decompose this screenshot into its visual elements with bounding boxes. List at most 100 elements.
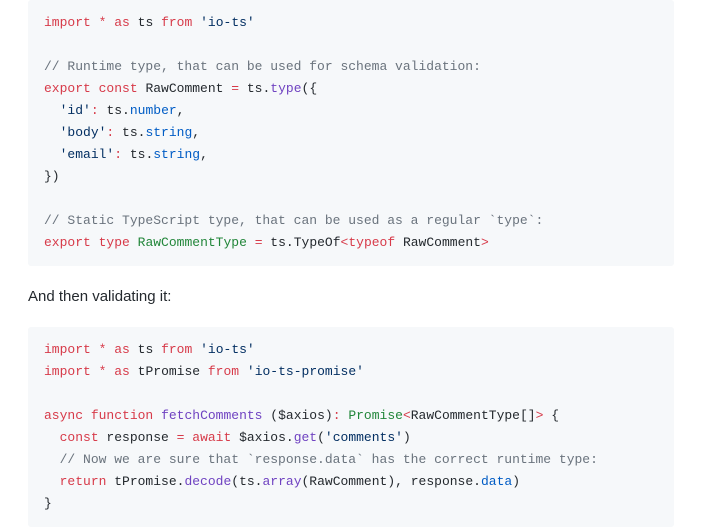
code-line: // Runtime type, that can be used for sc…: [44, 56, 658, 78]
code-token: [83, 408, 91, 423]
code-line: export const RawComment = ts.type({: [44, 78, 658, 100]
code-line: }: [44, 493, 658, 515]
code-content-2: import * as ts from 'io-ts'import * as t…: [44, 339, 658, 515]
code-token: {: [543, 408, 559, 423]
code-token: tPromise: [130, 364, 208, 379]
code-line: 'id': ts.number,: [44, 100, 658, 122]
code-token: as: [114, 364, 130, 379]
code-token: (RawComment): [302, 474, 396, 489]
code-token: =: [255, 235, 263, 250]
code-line: [44, 34, 658, 56]
code-token: [44, 474, 60, 489]
code-token: export: [44, 235, 91, 250]
code-token: $axios: [231, 430, 286, 445]
code-token: const: [60, 430, 99, 445]
code-line: async function fetchComments ($axios): P…: [44, 405, 658, 427]
code-token: :: [114, 147, 122, 162]
code-token: ): [512, 474, 520, 489]
code-token: (ts: [231, 474, 254, 489]
code-token: [44, 452, 60, 467]
code-line: import * as tPromise from 'io-ts-promise…: [44, 361, 658, 383]
code-token: function: [91, 408, 153, 423]
code-line: [44, 383, 658, 405]
code-token: [91, 342, 99, 357]
code-line: export type RawCommentType = ts.TypeOf<t…: [44, 232, 658, 254]
code-token: [91, 81, 99, 96]
code-token: type: [270, 81, 301, 96]
code-token: decode: [184, 474, 231, 489]
code-block-1: import * as ts from 'io-ts' // Runtime t…: [28, 0, 674, 266]
code-token: Promise: [348, 408, 403, 423]
code-token: ts: [239, 81, 262, 96]
code-token: [91, 235, 99, 250]
code-token: get: [294, 430, 317, 445]
code-token: number: [130, 103, 177, 118]
code-token: ,: [200, 147, 208, 162]
code-token: tPromise: [106, 474, 176, 489]
code-token: export: [44, 81, 91, 96]
code-token: [239, 364, 247, 379]
code-token: // Runtime type, that can be used for sc…: [44, 59, 481, 74]
code-token: .: [122, 103, 130, 118]
code-token: }: [44, 496, 52, 511]
code-token: [91, 15, 99, 30]
code-token: response: [403, 474, 473, 489]
code-content-1: import * as ts from 'io-ts' // Runtime t…: [44, 12, 658, 254]
code-block-2: import * as ts from 'io-ts'import * as t…: [28, 327, 674, 527]
code-token: RawCommentType[]: [411, 408, 536, 423]
code-token: const: [99, 81, 138, 96]
code-token: 'io-ts': [200, 15, 255, 30]
code-token: ts: [263, 235, 286, 250]
code-token: RawComment: [395, 235, 481, 250]
code-token: import: [44, 15, 91, 30]
code-token: array: [262, 474, 301, 489]
code-token: from: [161, 15, 192, 30]
code-token: [44, 147, 60, 162]
code-token: fetchComments: [161, 408, 262, 423]
code-token: ts: [130, 15, 161, 30]
code-token: as: [114, 342, 130, 357]
code-line: [44, 188, 658, 210]
code-token: return: [60, 474, 107, 489]
code-token: 'email': [60, 147, 115, 162]
code-token: ts: [122, 147, 145, 162]
code-token: [153, 408, 161, 423]
code-token: [44, 103, 60, 118]
code-token: await: [192, 430, 231, 445]
code-token: response: [99, 430, 177, 445]
code-token: import: [44, 364, 91, 379]
code-line: const response = await $axios.get('comme…: [44, 427, 658, 449]
code-token: string: [145, 125, 192, 140]
code-token: // Static TypeScript type, that can be u…: [44, 213, 543, 228]
code-token: .: [473, 474, 481, 489]
code-line: 'email': ts.string,: [44, 144, 658, 166]
code-token: }): [44, 169, 60, 184]
code-token: RawComment: [138, 81, 232, 96]
code-token: TypeOf: [294, 235, 341, 250]
code-line: import * as ts from 'io-ts': [44, 12, 658, 34]
code-token: 'io-ts-promise': [247, 364, 364, 379]
code-token: 'comments': [325, 430, 403, 445]
code-token: [247, 235, 255, 250]
code-token: 'id': [60, 103, 91, 118]
code-token: data: [481, 474, 512, 489]
code-line: 'body': ts.string,: [44, 122, 658, 144]
code-token: from: [208, 364, 239, 379]
code-token: ,: [192, 125, 200, 140]
code-token: ($axios): [262, 408, 332, 423]
code-token: [130, 235, 138, 250]
code-token: string: [153, 147, 200, 162]
code-token: 'io-ts': [200, 342, 255, 357]
code-token: ,: [177, 103, 185, 118]
code-token: type: [99, 235, 130, 250]
code-line: import * as ts from 'io-ts': [44, 339, 658, 361]
code-token: =: [231, 81, 239, 96]
code-line: return tPromise.decode(ts.array(RawComme…: [44, 471, 658, 493]
code-token: [44, 430, 60, 445]
code-token: [91, 364, 99, 379]
code-token: ts: [114, 125, 137, 140]
code-token: ,: [395, 474, 403, 489]
code-token: typeof: [348, 235, 395, 250]
code-token: (: [317, 430, 325, 445]
prose-paragraph: And then validating it:: [28, 286, 674, 309]
